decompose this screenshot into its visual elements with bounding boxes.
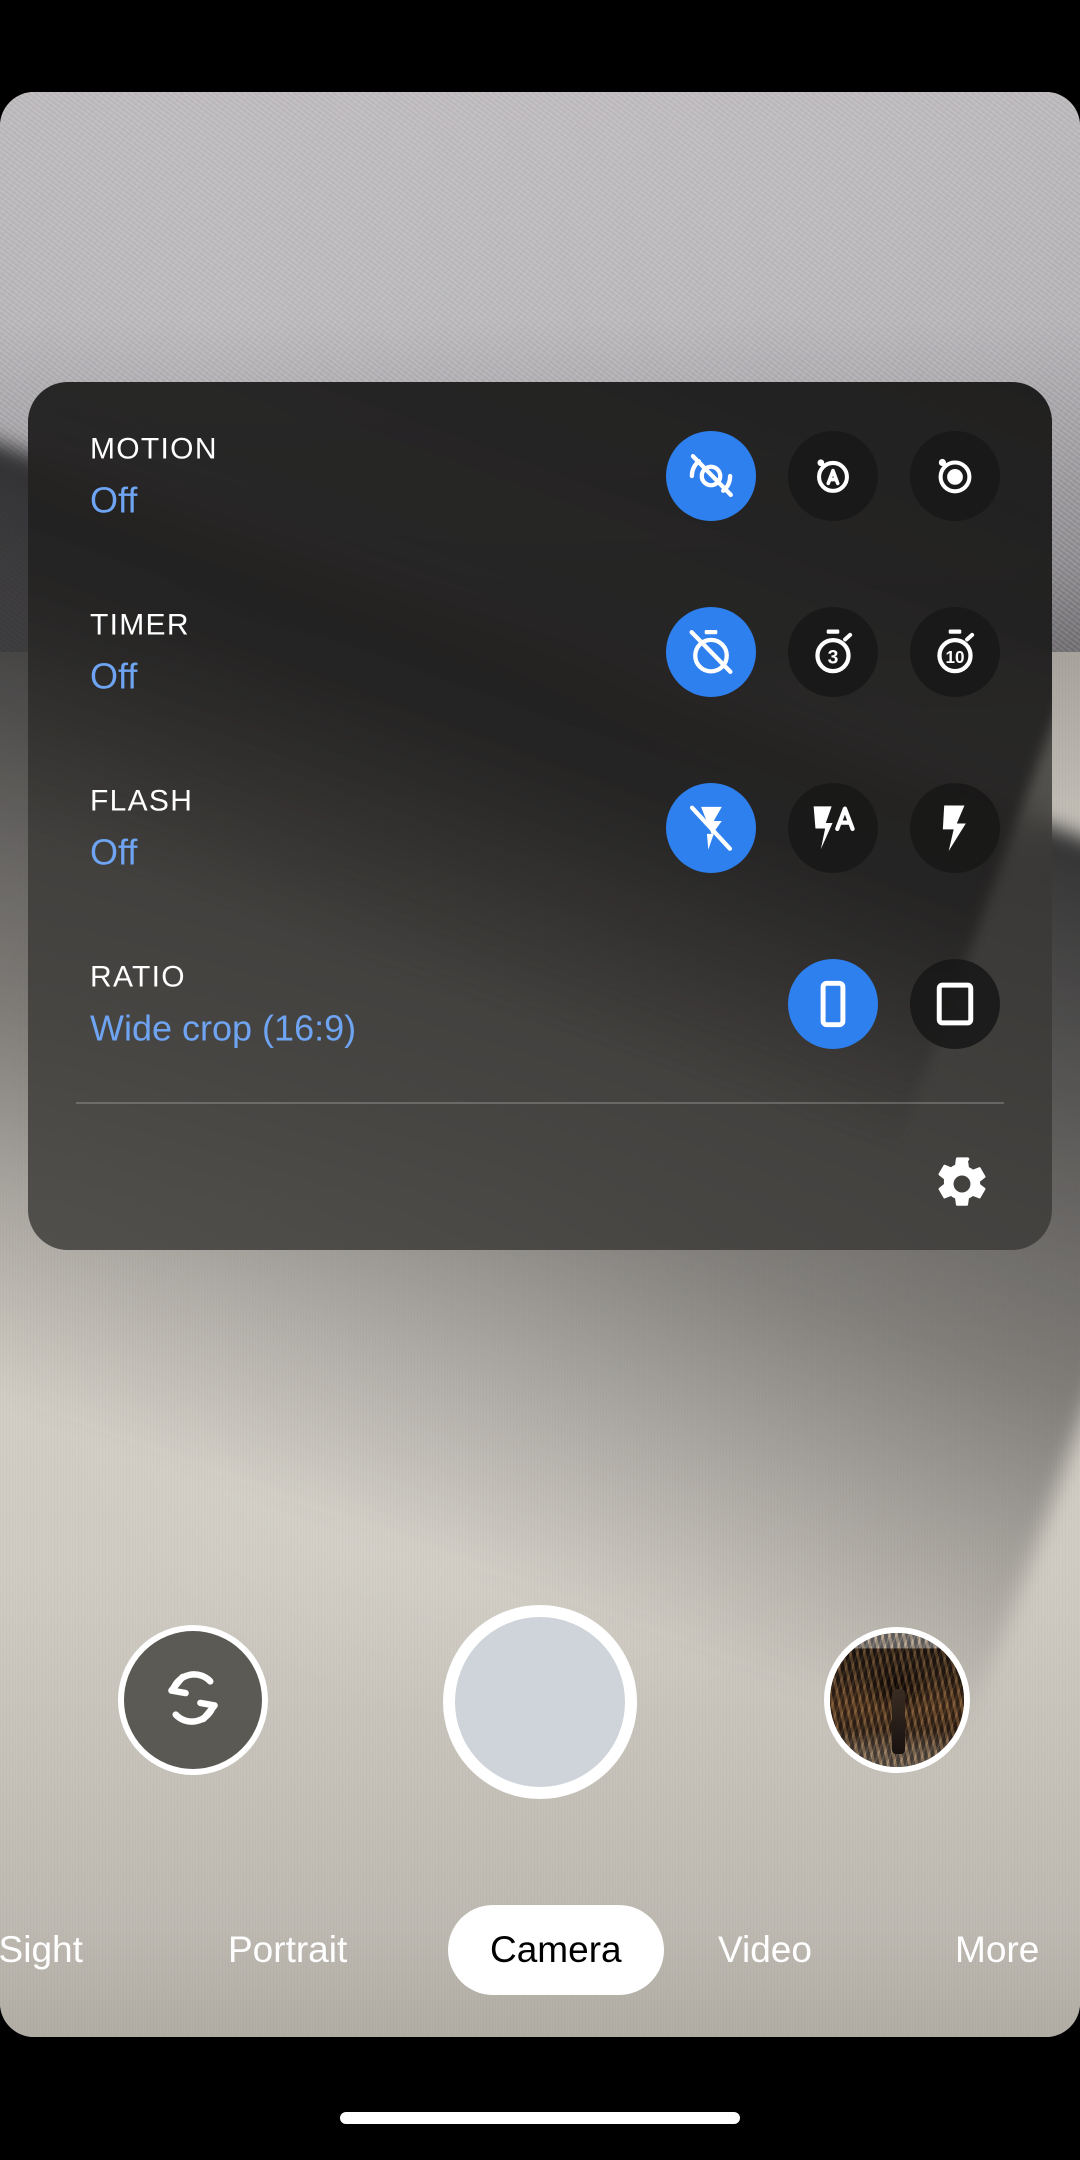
home-indicator[interactable] (340, 2112, 740, 2124)
ratio-4-3-button[interactable] (910, 959, 1000, 1049)
flip-camera-button[interactable] (118, 1625, 268, 1775)
option-text-flash: FLASH Off (90, 783, 193, 874)
timer-10s-button[interactable]: 10 (910, 607, 1000, 697)
mode-tab-video[interactable]: Video (718, 1929, 812, 1971)
option-label-timer: TIMER (90, 608, 190, 642)
option-value-ratio: Wide crop (16:9) (90, 1007, 357, 1049)
option-label-flash: FLASH (90, 784, 194, 818)
motion-on-icon (928, 449, 982, 503)
option-label-motion: MOTION (90, 432, 218, 466)
svg-text:10: 10 (945, 648, 964, 667)
option-row-motion: MOTION Off (28, 412, 1052, 540)
motion-on-button[interactable] (910, 431, 1000, 521)
option-text-ratio: RATIO Wide crop (16:9) (90, 959, 356, 1050)
timer-off-button[interactable] (666, 607, 756, 697)
motion-auto-icon (806, 449, 860, 503)
flash-auto-button[interactable] (788, 783, 878, 873)
option-choices-ratio (788, 959, 1000, 1049)
option-row-timer: TIMER Off 3 10 (28, 588, 1052, 716)
photo-thumbnail-button[interactable] (824, 1627, 970, 1773)
panel-divider (76, 1102, 1004, 1104)
flash-off-button[interactable] (666, 783, 756, 873)
option-choices-motion (666, 431, 1000, 521)
flash-auto-icon (806, 801, 860, 855)
timer-3s-button[interactable]: 3 (788, 607, 878, 697)
bottom-controls (0, 1605, 1080, 1799)
timer-off-icon (684, 625, 738, 679)
mode-tab-night-sight[interactable]: t Sight (0, 1929, 83, 1971)
settings-button[interactable] (926, 1150, 998, 1222)
motion-off-icon (684, 449, 738, 503)
option-choices-flash (666, 783, 1000, 873)
timer-10s-icon: 10 (928, 625, 982, 679)
shutter-button[interactable] (443, 1605, 637, 1799)
camera-flip-icon (156, 1661, 230, 1740)
option-value-motion: Off (90, 479, 138, 521)
option-choices-timer: 3 10 (666, 607, 1000, 697)
flash-off-icon (684, 801, 738, 855)
option-text-motion: MOTION Off (90, 431, 218, 522)
ratio-4-3-icon (928, 977, 982, 1031)
option-value-timer: Off (90, 655, 138, 697)
ratio-16-9-icon (806, 977, 860, 1031)
option-row-ratio: RATIO Wide crop (16:9) (28, 940, 1052, 1068)
option-value-flash: Off (90, 831, 138, 873)
flash-on-icon (928, 801, 982, 855)
option-text-timer: TIMER Off (90, 607, 190, 698)
mode-selector: t Sight Portrait Camera Video More (0, 1892, 1080, 2008)
motion-off-button[interactable] (666, 431, 756, 521)
flash-on-button[interactable] (910, 783, 1000, 873)
option-row-flash: FLASH Off (28, 764, 1052, 892)
ratio-16-9-button[interactable] (788, 959, 878, 1049)
timer-3s-icon: 3 (806, 625, 860, 679)
gear-icon (933, 1155, 991, 1218)
motion-auto-button[interactable] (788, 431, 878, 521)
camera-options-panel: MOTION Off TIMER Off 3 10 FLASH Off RATI… (28, 382, 1052, 1250)
mode-tab-camera[interactable]: Camera (448, 1905, 664, 1995)
photo-thumbnail-image (830, 1633, 964, 1767)
option-label-ratio: RATIO (90, 960, 186, 994)
mode-tab-portrait[interactable]: Portrait (228, 1929, 347, 1971)
mode-tab-more[interactable]: More (955, 1929, 1039, 1971)
camera-app-screen: MOTION Off TIMER Off 3 10 FLASH Off RATI… (0, 0, 1080, 2160)
svg-text:3: 3 (828, 647, 839, 669)
